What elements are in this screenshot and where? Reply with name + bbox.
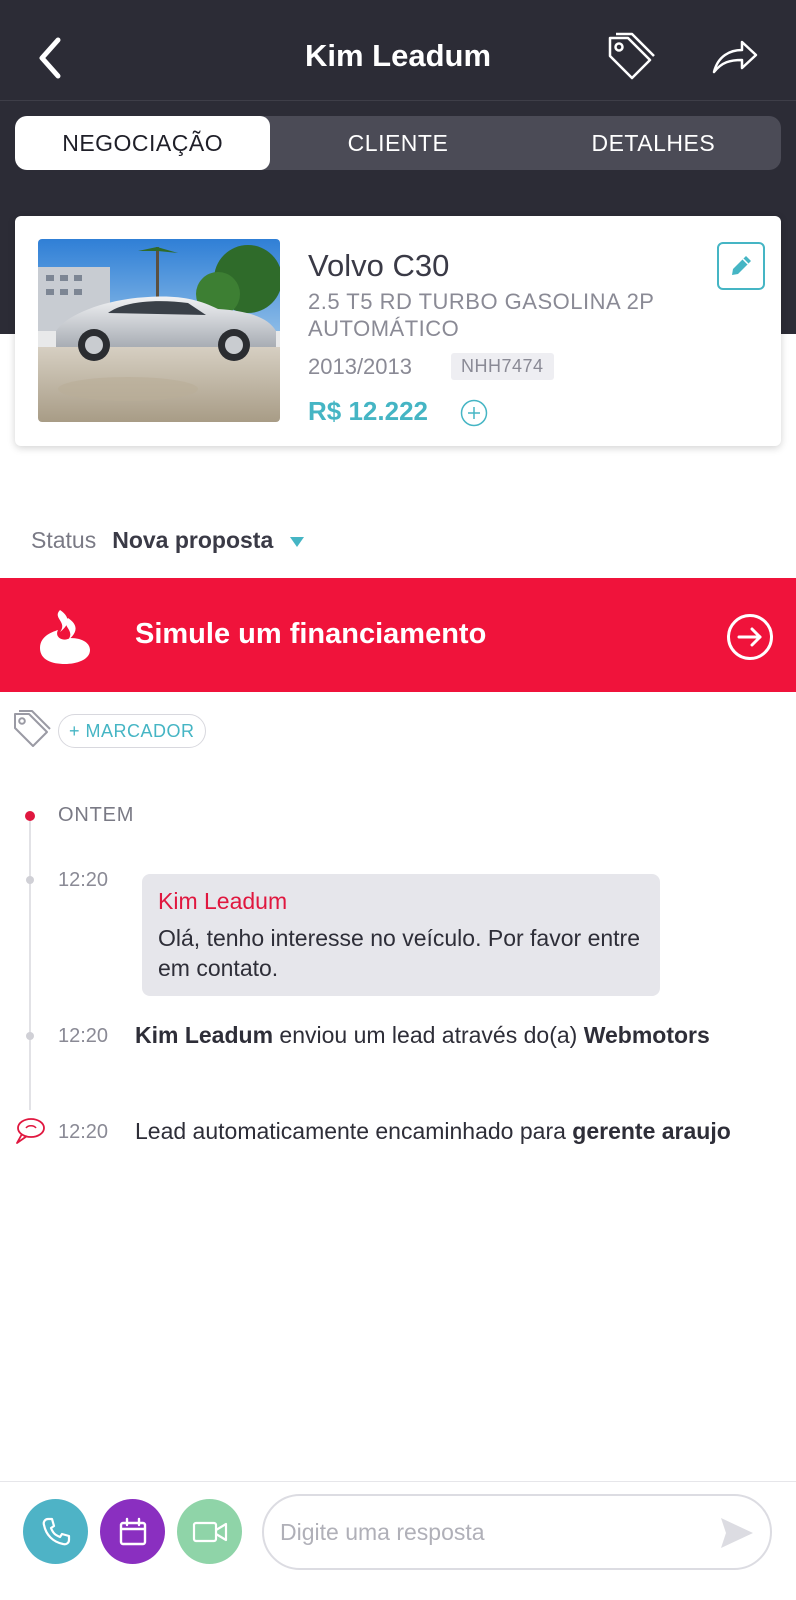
caret-down-icon bbox=[289, 527, 305, 554]
plus-circle-icon bbox=[460, 399, 488, 427]
tag-button[interactable] bbox=[604, 32, 656, 84]
message-text: Olá, tenho interesse no veículo. Por fav… bbox=[158, 925, 640, 981]
page-title: Kim Leadum bbox=[304, 38, 492, 73]
edit-vehicle-button[interactable] bbox=[717, 242, 765, 290]
event-source: Webmotors bbox=[583, 1022, 710, 1048]
finance-banner-text: Simule um financiamento bbox=[135, 618, 487, 650]
tab-negociacao[interactable]: NEGOCIAÇÃO bbox=[15, 116, 271, 170]
video-icon bbox=[192, 1521, 227, 1542]
event-text: enviou um lead através do(a) bbox=[273, 1022, 584, 1048]
reply-box bbox=[262, 1494, 772, 1570]
status-value: Nova proposta bbox=[112, 527, 274, 553]
vehicle-photo bbox=[38, 239, 280, 422]
vehicle-version: 2.5 T5 RD TURBO GASOLINA 2P AUTOMÁTICO bbox=[308, 289, 655, 341]
timeline-line bbox=[29, 820, 31, 1110]
timeline-dot bbox=[26, 876, 34, 884]
message-bubble: Kim Leadum Olá, tenho interesse no veícu… bbox=[142, 874, 660, 996]
chat-bubble-icon bbox=[14, 1116, 46, 1146]
send-icon bbox=[721, 1518, 753, 1548]
event-time: 12:20 bbox=[58, 1121, 109, 1143]
share-icon bbox=[712, 40, 758, 74]
day-dot bbox=[25, 811, 35, 821]
share-button[interactable] bbox=[710, 34, 760, 80]
vehicle-name: Volvo C30 bbox=[308, 248, 450, 283]
add-marker-button[interactable]: + MARCADOR bbox=[58, 714, 206, 748]
tag-icon bbox=[11, 710, 51, 750]
calendar-icon bbox=[119, 1517, 146, 1545]
add-price-button[interactable] bbox=[460, 399, 488, 427]
day-label: ONTEM bbox=[58, 804, 135, 826]
event-target: gerente araujo bbox=[572, 1118, 731, 1144]
vehicle-price: R$ 12.222 bbox=[308, 396, 428, 426]
reply-input[interactable] bbox=[280, 1496, 700, 1568]
footer-bar bbox=[0, 1481, 796, 1600]
tab-detalhes[interactable]: DETALHES bbox=[526, 116, 781, 170]
tab-cliente[interactable]: CLIENTE bbox=[270, 116, 525, 170]
vehicle-card[interactable]: Volvo C30 2.5 T5 RD TURBO GASOLINA 2P AU… bbox=[15, 216, 781, 446]
call-button[interactable] bbox=[23, 1499, 88, 1564]
arrow-right-circle-icon bbox=[726, 613, 774, 661]
tag-icon bbox=[608, 32, 655, 80]
event-time: 12:20 bbox=[58, 1025, 109, 1047]
message-time: 12:20 bbox=[58, 869, 109, 891]
send-button[interactable] bbox=[719, 1516, 755, 1550]
phone-icon bbox=[42, 1517, 70, 1545]
status-selector[interactable]: Status Nova proposta bbox=[31, 527, 305, 554]
lead-forwarded-event: Lead automaticamente encaminhado para ge… bbox=[135, 1116, 775, 1146]
top-bar: Kim Leadum bbox=[0, 0, 796, 101]
event-text: Lead automaticamente encaminhado para bbox=[135, 1118, 573, 1144]
vehicle-year: 2013/2013 bbox=[308, 354, 412, 379]
message-author: Kim Leadum bbox=[158, 888, 288, 914]
tab-bar: NEGOCIAÇÃO CLIENTE DETALHES bbox=[15, 116, 781, 170]
status-label: Status bbox=[31, 527, 97, 553]
event-client-name: Kim Leadum bbox=[135, 1022, 274, 1048]
schedule-button[interactable] bbox=[100, 1499, 165, 1564]
santander-flame-icon bbox=[38, 608, 92, 664]
vehicle-plate: NHH7474 bbox=[451, 353, 554, 380]
lead-received-event: Kim Leadum enviou um lead através do(a) … bbox=[135, 1020, 775, 1050]
finance-simulation-banner[interactable]: Simule um financiamento bbox=[0, 578, 796, 692]
timeline-dot bbox=[26, 1032, 34, 1040]
pencil-icon bbox=[732, 256, 751, 275]
video-call-button[interactable] bbox=[177, 1499, 242, 1564]
